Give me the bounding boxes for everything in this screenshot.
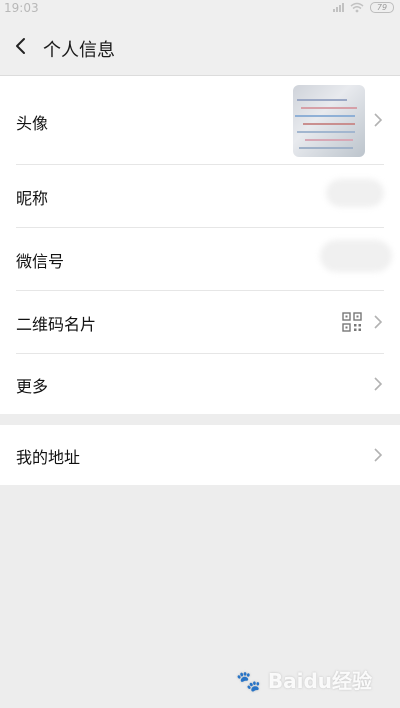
row-nickname-label: 昵称 [16, 189, 49, 208]
row-more[interactable]: 更多 [0, 354, 400, 414]
nav-bar: 个人信息 [0, 18, 400, 76]
status-time: 19:03 [4, 1, 39, 15]
baidu-logo-icon: 🐾 [235, 669, 261, 693]
row-address-label: 我的地址 [16, 448, 81, 467]
back-arrow-icon[interactable] [10, 34, 32, 58]
signal-icon [333, 3, 344, 12]
baidu-watermark: 🐾 Baidu经验 [236, 665, 372, 694]
wechat-id-value-blurred [320, 240, 392, 272]
watermark-text: Baidu经验 [267, 669, 372, 693]
row-nickname[interactable]: 昵称 [0, 165, 400, 227]
avatar[interactable] [293, 85, 365, 157]
chevron-right-icon [374, 377, 383, 391]
status-icons: 79 [333, 2, 394, 13]
row-wechat-id[interactable]: 微信号 [0, 228, 400, 290]
profile-info-group: 头像 昵称 微信号 二维码名片 更多 [0, 76, 400, 414]
wifi-icon [350, 2, 364, 13]
row-qr-card-label: 二维码名片 [16, 315, 97, 334]
chevron-right-icon [374, 113, 383, 127]
row-avatar[interactable]: 头像 [0, 76, 400, 164]
chevron-right-icon [374, 448, 383, 462]
nickname-value-blurred [326, 179, 384, 207]
row-address[interactable]: 我的地址 [0, 425, 400, 485]
qr-code-icon [342, 312, 362, 332]
row-qr-card[interactable]: 二维码名片 [0, 291, 400, 353]
page-title: 个人信息 [43, 40, 115, 61]
row-wechat-id-label: 微信号 [16, 252, 65, 271]
chevron-right-icon [374, 315, 383, 329]
row-more-label: 更多 [16, 377, 49, 396]
battery-icon: 79 [370, 2, 394, 13]
address-group: 我的地址 [0, 425, 400, 485]
row-avatar-label: 头像 [16, 114, 49, 133]
status-bar: 19:03 79 [0, 0, 400, 18]
